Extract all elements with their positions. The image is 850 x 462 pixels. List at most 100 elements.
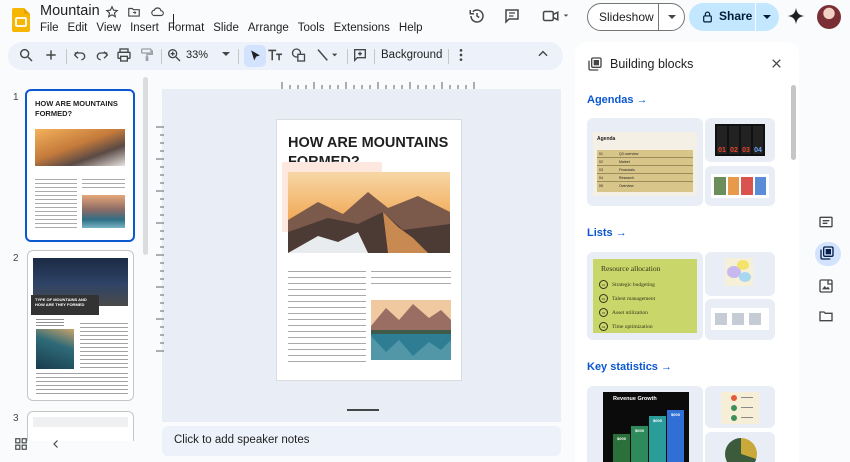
- print-icon[interactable]: [116, 47, 134, 65]
- slides-logo-icon[interactable]: [12, 8, 30, 32]
- avatar[interactable]: [817, 5, 841, 29]
- lake-image[interactable]: [371, 300, 451, 360]
- section-agendas[interactable]: Agendas →: [587, 94, 648, 106]
- statistics-block-dots[interactable]: [705, 386, 775, 428]
- speaker-notes-placeholder[interactable]: Click to add speaker notes: [174, 434, 310, 446]
- text-box-icon[interactable]: [267, 47, 285, 65]
- insert-comment-icon[interactable]: [352, 47, 370, 65]
- agenda-row-num: 05: [599, 184, 603, 188]
- list-item-text: Strategic budgeting: [612, 282, 655, 288]
- arrow-right-icon: →: [636, 94, 648, 106]
- line-tool-icon[interactable]: [314, 47, 344, 65]
- plain-list-preview: [711, 308, 769, 330]
- menu-file[interactable]: File: [40, 20, 65, 36]
- list-item-num: 01: [599, 280, 608, 289]
- close-icon[interactable]: [770, 57, 783, 70]
- background-button[interactable]: Background: [381, 49, 442, 61]
- section-key-statistics[interactable]: Key statistics →: [587, 361, 672, 373]
- speaker-notes[interactable]: Click to add speaker notes: [162, 426, 561, 456]
- zoom-dropdown-icon[interactable]: [221, 50, 239, 68]
- collapse-filmstrip-icon[interactable]: [50, 438, 62, 450]
- mountain-image[interactable]: [288, 172, 450, 253]
- zoom-level[interactable]: 33%: [186, 49, 208, 61]
- slideshow-button[interactable]: Slideshow: [587, 3, 685, 31]
- text-cursor: [173, 14, 174, 30]
- menu-extensions[interactable]: Extensions: [334, 20, 396, 36]
- gemini-sparkle-icon[interactable]: [787, 7, 807, 27]
- section-lists[interactable]: Lists →: [587, 227, 627, 239]
- toolbar-divider: [448, 49, 449, 64]
- lake-image: [82, 195, 125, 228]
- version-history-icon[interactable]: [468, 7, 488, 27]
- move-folder-icon[interactable]: [127, 5, 143, 21]
- agenda-table: 01 Q3 overview 02 Market 03 Financials 04 Re…: [597, 150, 693, 192]
- agenda-number: 03: [741, 126, 751, 154]
- color-swatch: [754, 177, 766, 195]
- dark-agenda-preview: 01 02 03 04: [715, 124, 765, 156]
- share-dropdown-icon[interactable]: [762, 13, 772, 21]
- menu-edit[interactable]: Edit: [68, 20, 94, 36]
- select-tool-button[interactable]: [244, 45, 266, 67]
- list-item-text: Asset utilization: [612, 310, 648, 316]
- bubbles-preview: [725, 258, 753, 286]
- search-menus-icon[interactable]: [18, 47, 36, 65]
- building-blocks-rail-icon[interactable]: [819, 245, 837, 263]
- menu-format[interactable]: Format: [168, 20, 210, 36]
- comments-icon[interactable]: [503, 7, 523, 27]
- menu-tools[interactable]: Tools: [298, 20, 331, 36]
- agenda-number: 02: [729, 126, 739, 154]
- agenda-block-dark[interactable]: 01 02 03 04: [705, 118, 775, 162]
- bubble-shape: [739, 272, 751, 282]
- redo-icon[interactable]: [94, 47, 112, 65]
- share-button[interactable]: Share: [689, 3, 779, 31]
- list-block-plain[interactable]: [705, 299, 775, 340]
- keep-notes-icon[interactable]: [818, 214, 836, 232]
- slide-preview: [33, 417, 128, 427]
- zoom-icon[interactable]: [166, 47, 184, 65]
- current-slide[interactable]: HOW ARE MOUNTAINS FORMED?: [276, 119, 462, 381]
- stat-bar: $000: [613, 434, 630, 462]
- body-text-lines: [80, 323, 128, 371]
- panel-scrollbar[interactable]: [791, 85, 796, 160]
- toolbar-divider: [161, 49, 162, 64]
- star-icon[interactable]: [105, 5, 121, 21]
- slide-number: 2: [13, 253, 19, 264]
- more-options-icon[interactable]: [453, 47, 471, 65]
- insert-image-rail-icon[interactable]: [818, 278, 836, 296]
- list-block-bubbles[interactable]: [705, 252, 775, 296]
- slideshow-dropdown-icon[interactable]: [667, 13, 677, 21]
- dot: [731, 415, 737, 421]
- menu-insert[interactable]: Insert: [130, 20, 165, 36]
- insert-shape-icon[interactable]: [290, 47, 308, 65]
- folder-icon[interactable]: [818, 308, 836, 326]
- menu-arrange[interactable]: Arrange: [248, 20, 295, 36]
- list-block[interactable]: Resource allocation 01 Strategic budgetin…: [587, 252, 703, 340]
- grid-view-icon[interactable]: [14, 437, 28, 451]
- statistics-block-donut[interactable]: [705, 432, 775, 462]
- collapse-toolbar-icon[interactable]: [536, 47, 554, 65]
- horizontal-ruler[interactable]: [162, 77, 561, 89]
- slide-thumbnail-2[interactable]: TYPE OF MOUNTAINS AND HOW ARE THEY FORME…: [27, 250, 134, 401]
- agenda-block[interactable]: Agenda 01 Q3 overview 02 Market 03 Financia…: [587, 118, 703, 206]
- slide-thumbnail-3[interactable]: [27, 411, 134, 441]
- agenda-block-color[interactable]: [705, 166, 775, 206]
- agenda-row-text: Research: [619, 176, 634, 180]
- document-title[interactable]: Mountain: [40, 3, 100, 19]
- notes-resize-handle[interactable]: [347, 409, 379, 411]
- menu-view[interactable]: View: [96, 20, 127, 36]
- menu-help[interactable]: Help: [399, 20, 429, 36]
- undo-icon[interactable]: [72, 47, 90, 65]
- cloud-saved-icon[interactable]: [150, 5, 166, 21]
- donut-preview: [725, 438, 757, 462]
- stat-bar: $000: [631, 426, 648, 462]
- body-text-column[interactable]: [371, 271, 451, 284]
- menu-slide[interactable]: Slide: [213, 20, 245, 36]
- slide-thumbnail-1[interactable]: HOW ARE MOUNTAINS FORMED?: [25, 89, 135, 242]
- paint-format-icon[interactable]: [139, 47, 157, 65]
- agenda-row-num: 03: [599, 168, 603, 172]
- filmstrip-scrollbar[interactable]: [143, 77, 148, 255]
- meet-video-icon[interactable]: [541, 7, 575, 27]
- body-text-column[interactable]: [288, 271, 366, 363]
- new-slide-icon[interactable]: [43, 47, 61, 65]
- statistics-block[interactable]: Revenue Growth $000 $000 $000 $000: [587, 386, 703, 462]
